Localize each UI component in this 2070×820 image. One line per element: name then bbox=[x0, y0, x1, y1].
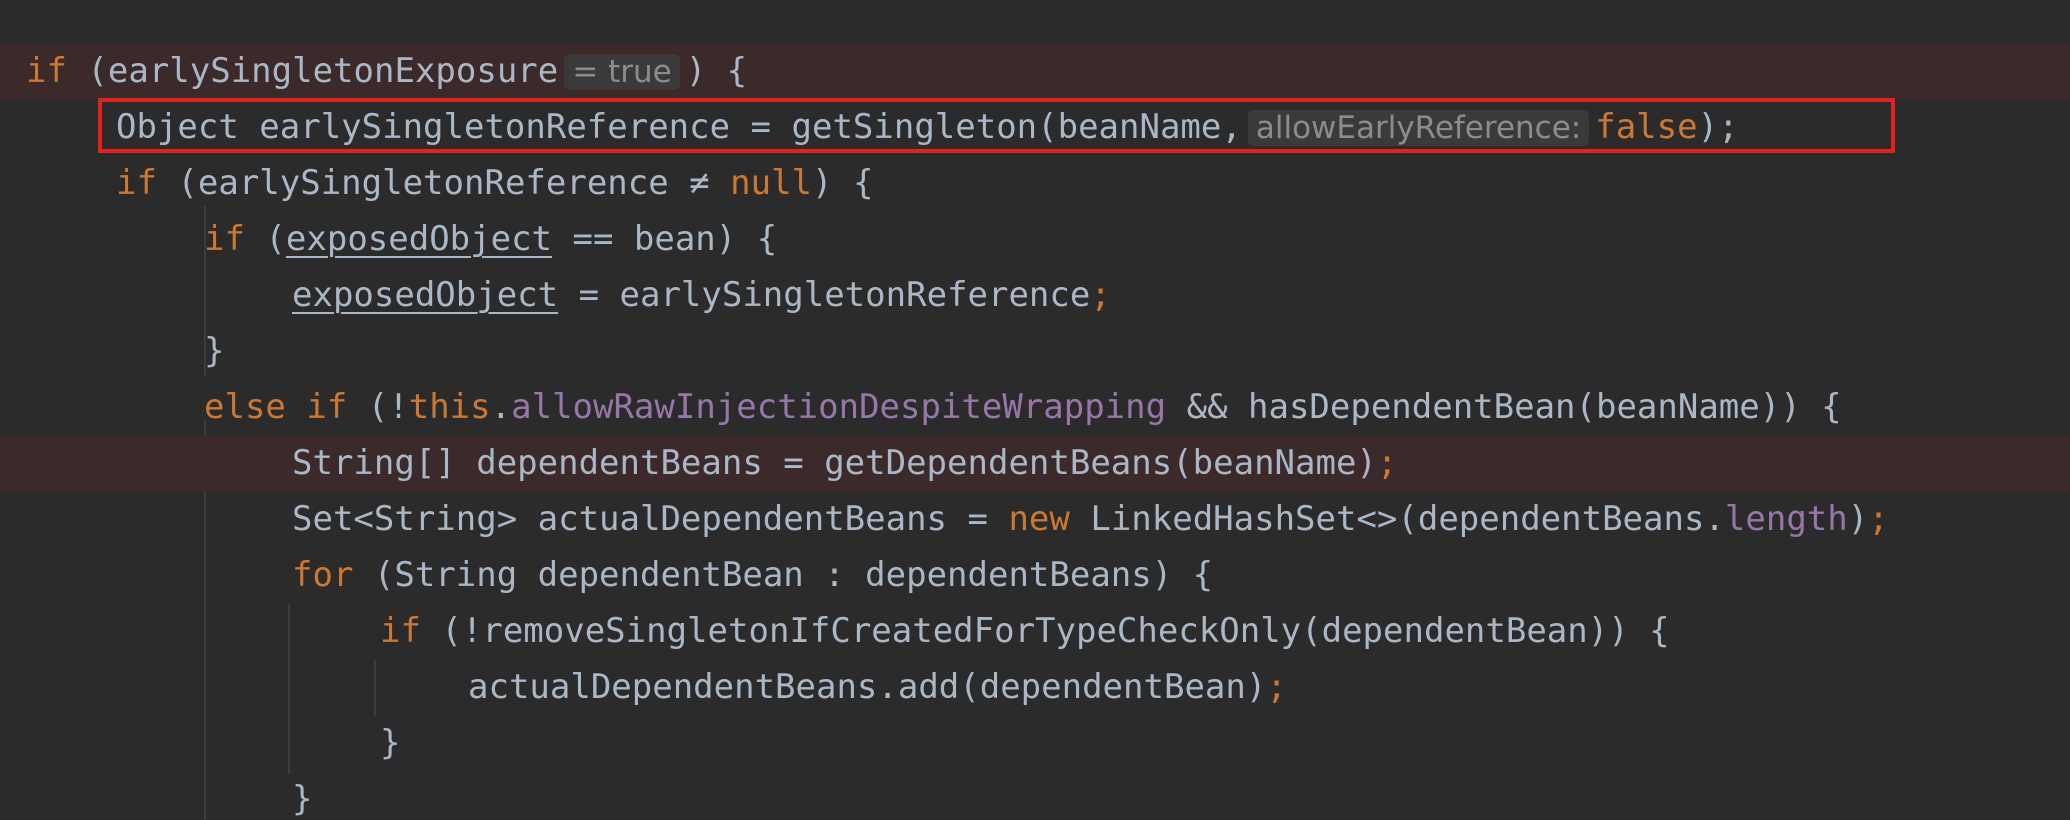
code-token: LinkedHashSet<>(dependentBeans. bbox=[1069, 499, 1725, 539]
code-line[interactable]: if (!removeSingletonIfCreatedForTypeChec… bbox=[0, 603, 2070, 659]
code-token: ; bbox=[1376, 443, 1398, 483]
code-line[interactable]: } bbox=[0, 771, 2070, 820]
inline-value-hint: = true bbox=[564, 54, 680, 90]
code-token: if bbox=[204, 219, 245, 259]
code-token: } bbox=[380, 723, 401, 763]
code-line[interactable]: for (String dependentBean : dependentBea… bbox=[0, 547, 2070, 603]
code-token: (earlySingletonExposure bbox=[66, 51, 559, 91]
code-token: = earlySingletonReference bbox=[558, 275, 1091, 315]
code-token: if bbox=[380, 611, 421, 651]
code-token: . bbox=[490, 387, 512, 427]
code-token: ; bbox=[1266, 667, 1287, 707]
code-line[interactable]: if (earlySingletonReference ≠ null) { bbox=[0, 155, 2070, 211]
code-line[interactable]: String[] dependentBeans = getDependentBe… bbox=[0, 435, 2070, 491]
code-token: allowRawInjectionDespiteWrapping bbox=[511, 387, 1167, 427]
code-line[interactable]: else if (!this.allowRawInjectionDespiteW… bbox=[0, 379, 2070, 435]
code-token: String[] dependentBeans = getDependentBe… bbox=[292, 443, 1377, 483]
code-token: ; bbox=[1090, 275, 1111, 315]
code-token: Set<String> actualDependentBeans = bbox=[292, 499, 1009, 539]
code-token: } bbox=[292, 779, 313, 819]
highlight-annotation-box bbox=[98, 98, 1895, 153]
code-token: for bbox=[292, 555, 354, 595]
code-token: (String dependentBean : dependentBeans) … bbox=[353, 555, 1214, 595]
code-token: if bbox=[116, 163, 157, 203]
code-token: == bean) { bbox=[552, 219, 778, 259]
code-editor[interactable]: if (earlySingletonExposure = true) { Obje… bbox=[0, 0, 2070, 820]
code-token: if bbox=[26, 51, 67, 91]
code-token: else if bbox=[204, 387, 348, 427]
code-token: this bbox=[408, 387, 491, 427]
code-token: exposedObject bbox=[292, 275, 559, 315]
code-token: (! bbox=[347, 387, 409, 427]
code-token: exposedObject bbox=[285, 219, 553, 259]
code-line[interactable]: exposedObject = earlySingletonReference; bbox=[0, 267, 2070, 323]
code-token: ) { bbox=[685, 51, 748, 91]
code-token: ( bbox=[244, 219, 286, 259]
code-token: ; bbox=[1868, 499, 1889, 539]
code-token: (earlySingletonReference bbox=[156, 163, 690, 203]
code-token: null bbox=[709, 163, 813, 203]
code-token: ) { bbox=[812, 163, 874, 203]
code-token: ≠ bbox=[689, 163, 710, 203]
code-token: new bbox=[1008, 499, 1070, 539]
code-token: } bbox=[204, 331, 225, 371]
code-line[interactable]: } bbox=[0, 323, 2070, 379]
code-line[interactable]: Set<String> actualDependentBeans = new L… bbox=[0, 491, 2070, 547]
code-line[interactable]: } bbox=[0, 715, 2070, 771]
code-token: ) bbox=[1847, 499, 1869, 539]
code-token: (!removeSingletonIfCreatedForTypeCheckOn… bbox=[420, 611, 1670, 651]
code-line[interactable]: actualDependentBeans.add(dependentBean); bbox=[0, 659, 2070, 715]
code-token: length bbox=[1724, 499, 1848, 539]
code-token: actualDependentBeans.add(dependentBean) bbox=[468, 667, 1267, 707]
code-token: && hasDependentBean(beanName)) { bbox=[1166, 387, 1842, 427]
code-line[interactable]: if (exposedObject == bean) { bbox=[0, 211, 2070, 267]
code-line[interactable]: if (earlySingletonExposure = true) { bbox=[0, 43, 2070, 99]
